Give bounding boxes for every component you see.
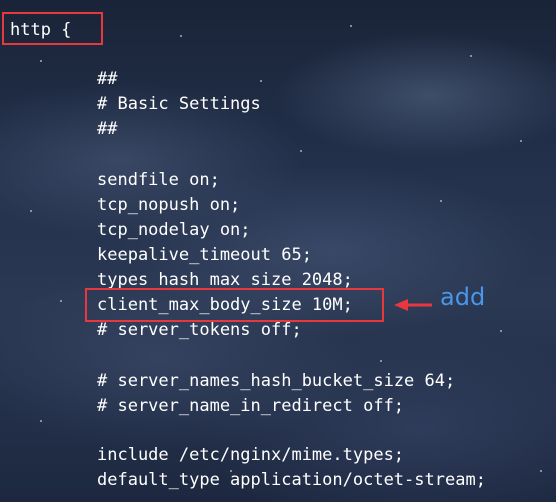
highlight-box-http — [2, 12, 103, 45]
code-line: tcp_nodelay on; — [97, 220, 251, 240]
code-line: include /etc/nginx/mime.types; — [97, 445, 405, 465]
code-line: ## — [97, 119, 118, 139]
code-line: # server_names_hash_bucket_size 64; — [97, 371, 456, 391]
code-line: # server_name_in_redirect off; — [97, 396, 405, 416]
code-line: tcp_nopush on; — [97, 195, 241, 215]
code-line: default_type application/octet-stream; — [97, 470, 486, 490]
code-line: keepalive_timeout 65; — [97, 245, 312, 265]
code-line: # Basic Settings — [97, 94, 261, 114]
arrow-left-icon — [394, 299, 432, 311]
highlight-box-client-max-body-size — [85, 288, 384, 322]
annotation-label: add — [440, 283, 486, 311]
code-line: ## — [97, 69, 118, 89]
code-line: sendfile on; — [97, 170, 220, 190]
terminal-window: http { ## # Basic Settings ## sendfile o… — [0, 0, 556, 502]
